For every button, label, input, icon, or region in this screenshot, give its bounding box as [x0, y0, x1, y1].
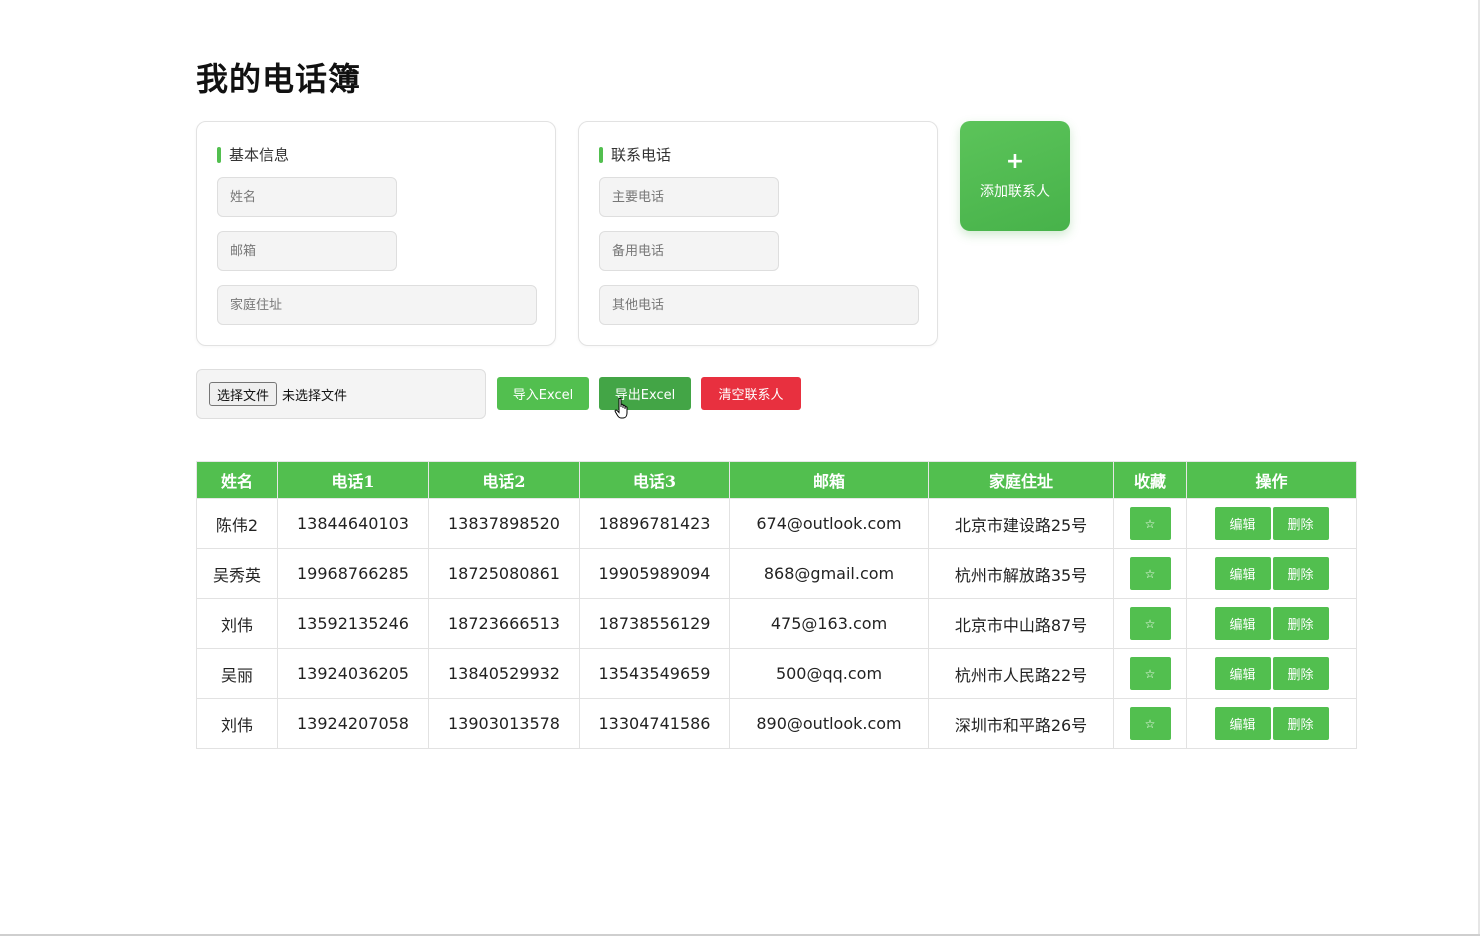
- cell-email: 500@qq.com: [729, 648, 929, 699]
- contact-form: 基本信息 联系电话 + 添加联系人: [196, 121, 1356, 349]
- edit-button[interactable]: 编辑: [1214, 607, 1271, 640]
- favorite-star-button[interactable]: ☆: [1129, 657, 1171, 690]
- cell-favorite: ☆: [1113, 498, 1187, 549]
- cell-phone3: 13304741586: [579, 698, 730, 749]
- column-header: 收藏: [1113, 461, 1187, 499]
- cell-phone1: 13924036205: [277, 648, 429, 699]
- phonebook-app: 我的电话簿 基本信息 联系电话 + 添加联系人 选择文件: [196, 50, 1357, 749]
- cell-email: 868@gmail.com: [729, 548, 929, 599]
- cell-favorite: ☆: [1113, 698, 1187, 749]
- favorite-star-button[interactable]: ☆: [1129, 607, 1171, 640]
- phone-info-header: 联系电话: [599, 144, 671, 165]
- cell-phone3: 18738556129: [579, 598, 730, 649]
- plus-icon: +: [1005, 149, 1025, 174]
- actions-toolbar: 选择文件 未选择文件 导入Excel 导出Excel 清空联系人: [196, 369, 1356, 421]
- add-contact-button[interactable]: + 添加联系人: [960, 121, 1070, 231]
- delete-button[interactable]: 删除: [1272, 707, 1329, 740]
- cell-phone3: 19905989094: [579, 548, 730, 599]
- export-excel-button[interactable]: 导出Excel: [599, 377, 691, 410]
- table-row: 吴秀英 19968766285 18725080861 19905989094 …: [196, 548, 1357, 599]
- delete-button[interactable]: 删除: [1272, 507, 1329, 540]
- cell-address: 北京市中山路87号: [928, 598, 1114, 649]
- hand-cursor-icon: [614, 397, 628, 419]
- cell-email: 890@outlook.com: [729, 698, 929, 749]
- address-input[interactable]: [217, 285, 537, 325]
- cell-favorite: ☆: [1113, 548, 1187, 599]
- cell-actions: 编辑 删除: [1186, 698, 1357, 749]
- cell-address: 杭州市人民路22号: [928, 648, 1114, 699]
- column-header: 操作: [1186, 461, 1357, 499]
- file-status-text: 未选择文件: [282, 388, 348, 404]
- delete-button[interactable]: 删除: [1272, 657, 1329, 690]
- edit-button[interactable]: 编辑: [1214, 657, 1271, 690]
- delete-button[interactable]: 删除: [1272, 607, 1329, 640]
- column-header: 家庭住址: [928, 461, 1114, 499]
- cell-phone2: 18723666513: [428, 598, 580, 649]
- cell-phone1: 13924207058: [277, 698, 429, 749]
- cell-address: 杭州市解放路35号: [928, 548, 1114, 599]
- section-accent-bar: [217, 146, 221, 163]
- column-header: 电话1: [277, 461, 429, 499]
- file-picker: 选择文件 未选择文件: [196, 369, 486, 419]
- column-header: 电话3: [579, 461, 730, 499]
- email-input[interactable]: [217, 231, 397, 271]
- choose-file-button[interactable]: 选择文件: [209, 382, 278, 406]
- delete-button[interactable]: 删除: [1272, 557, 1329, 590]
- cell-phone1: 13844640103: [277, 498, 429, 549]
- cell-email: 674@outlook.com: [729, 498, 929, 549]
- cell-phone2: 13840529932: [428, 648, 580, 699]
- basic-info-header: 基本信息: [217, 144, 289, 165]
- cell-name: 陈伟2: [196, 498, 278, 549]
- favorite-star-button[interactable]: ☆: [1129, 507, 1171, 540]
- cell-actions: 编辑 删除: [1186, 548, 1357, 599]
- basic-info-heading: 基本信息: [229, 146, 290, 164]
- primary-phone-input[interactable]: [599, 177, 779, 217]
- edit-button[interactable]: 编辑: [1214, 557, 1271, 590]
- phone-info-heading: 联系电话: [611, 146, 672, 164]
- page-title: 我的电话簿: [196, 60, 362, 98]
- table-row: 刘伟 13924207058 13903013578 13304741586 8…: [196, 698, 1357, 749]
- other-phone-input[interactable]: [599, 285, 919, 325]
- cell-phone3: 18896781423: [579, 498, 730, 549]
- table-header-row: 姓名 电话1 电话2 电话3 邮箱 家庭住址 收藏 操作: [196, 461, 1357, 499]
- cell-actions: 编辑 删除: [1186, 648, 1357, 699]
- cell-address: 北京市建设路25号: [928, 498, 1114, 549]
- cell-actions: 编辑 删除: [1186, 598, 1357, 649]
- table-row: 陈伟2 13844640103 13837898520 18896781423 …: [196, 498, 1357, 549]
- clear-contacts-button[interactable]: 清空联系人: [701, 377, 801, 410]
- add-contact-label: 添加联系人: [980, 184, 1050, 200]
- contacts-table: 姓名 电话1 电话2 电话3 邮箱 家庭住址 收藏 操作 陈伟2 1384464…: [196, 461, 1357, 749]
- column-header: 邮箱: [729, 461, 929, 499]
- cell-phone1: 19968766285: [277, 548, 429, 599]
- cell-email: 475@163.com: [729, 598, 929, 649]
- phone-info-card: 联系电话: [578, 121, 938, 346]
- table-row: 刘伟 13592135246 18723666513 18738556129 4…: [196, 598, 1357, 649]
- backup-phone-input[interactable]: [599, 231, 779, 271]
- import-excel-button[interactable]: 导入Excel: [497, 377, 589, 410]
- cell-phone2: 13837898520: [428, 498, 580, 549]
- edit-button[interactable]: 编辑: [1214, 707, 1271, 740]
- cell-name: 吴丽: [196, 648, 278, 699]
- cell-address: 深圳市和平路26号: [928, 698, 1114, 749]
- column-header: 姓名: [196, 461, 278, 499]
- cell-favorite: ☆: [1113, 598, 1187, 649]
- section-accent-bar: [599, 146, 603, 163]
- name-input[interactable]: [217, 177, 397, 217]
- cell-phone1: 13592135246: [277, 598, 429, 649]
- cell-actions: 编辑 删除: [1186, 498, 1357, 549]
- column-header: 电话2: [428, 461, 580, 499]
- cell-name: 吴秀英: [196, 548, 278, 599]
- cell-name: 刘伟: [196, 698, 278, 749]
- cell-phone2: 18725080861: [428, 548, 580, 599]
- basic-info-card: 基本信息: [196, 121, 556, 346]
- cell-favorite: ☆: [1113, 648, 1187, 699]
- cell-name: 刘伟: [196, 598, 278, 649]
- favorite-star-button[interactable]: ☆: [1129, 557, 1171, 590]
- favorite-star-button[interactable]: ☆: [1129, 707, 1171, 740]
- edit-button[interactable]: 编辑: [1214, 507, 1271, 540]
- cell-phone3: 13543549659: [579, 648, 730, 699]
- table-row: 吴丽 13924036205 13840529932 13543549659 5…: [196, 648, 1357, 699]
- cell-phone2: 13903013578: [428, 698, 580, 749]
